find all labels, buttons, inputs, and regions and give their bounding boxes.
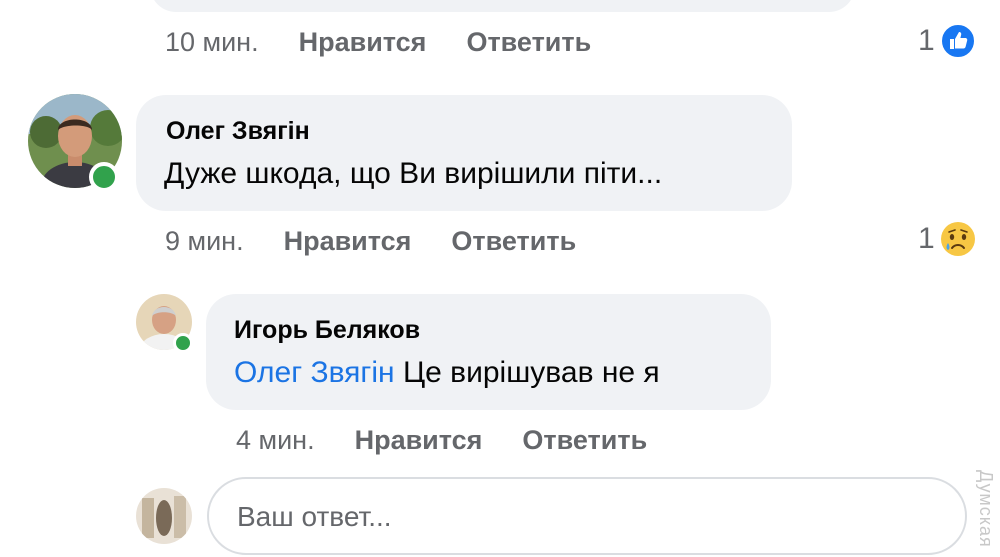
- comment-meta: 10 мин. Нравится Ответить: [165, 27, 631, 58]
- reaction-count: 1: [918, 222, 935, 255]
- sad-face-icon: [940, 222, 975, 256]
- like-button[interactable]: Нравится: [299, 27, 427, 58]
- comment-bubble: [150, 0, 855, 12]
- like-button[interactable]: Нравится: [355, 425, 483, 456]
- reaction-summary[interactable]: 1: [918, 220, 977, 258]
- reaction-summary[interactable]: 1: [918, 22, 977, 60]
- comment-author[interactable]: Игорь Беляков: [234, 316, 420, 345]
- comment-meta: 9 мин. Нравится Ответить: [165, 226, 616, 257]
- mention-link[interactable]: Олег Звягін: [234, 356, 395, 389]
- like-button[interactable]: Нравится: [284, 226, 412, 257]
- online-status-dot: [89, 162, 119, 192]
- comment-text: Це вирішував не я: [402, 356, 660, 389]
- comment-time[interactable]: 4 мин.: [236, 425, 315, 456]
- reply-button[interactable]: Ответить: [466, 27, 591, 58]
- comment-author[interactable]: Олег Звягін: [166, 117, 310, 146]
- reply-input[interactable]: [235, 493, 939, 541]
- comment-time[interactable]: 10 мин.: [165, 27, 259, 58]
- like-icon: [939, 23, 976, 59]
- current-user-avatar: [136, 488, 192, 544]
- comment-bubble: Игорь Беляков Олег Звягін Це вирішував н…: [206, 294, 771, 410]
- reply-button[interactable]: Ответить: [451, 226, 576, 257]
- reply-button[interactable]: Ответить: [522, 425, 647, 456]
- comment-text: Дуже шкода, що Ви вирішили піти...: [164, 157, 663, 190]
- comment-time[interactable]: 9 мин.: [165, 226, 244, 257]
- comment-bubble: Олег Звягін Дуже шкода, що Ви вирішили п…: [136, 95, 792, 211]
- reaction-count: 1: [918, 24, 935, 57]
- comment-meta: 4 мин. Нравится Ответить: [236, 425, 687, 456]
- reply-input-box[interactable]: [207, 477, 967, 555]
- avatar-photo: [136, 488, 192, 544]
- online-status-dot: [173, 333, 193, 353]
- watermark: Думская: [976, 470, 996, 548]
